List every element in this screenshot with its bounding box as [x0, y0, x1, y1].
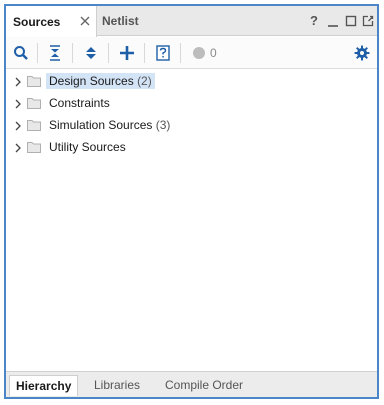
folder-icon	[27, 75, 41, 87]
tab-sources[interactable]: Sources	[6, 6, 97, 37]
folder-icon	[27, 141, 41, 153]
tree-item-label: Utility Sources	[49, 140, 126, 154]
tree-item-simulation-sources[interactable]: Simulation Sources (3)	[6, 114, 377, 136]
collapse-all-icon[interactable]	[46, 44, 64, 62]
properties-icon[interactable]	[154, 44, 172, 62]
toolbar-separator	[72, 43, 73, 63]
tab-libraries-label: Libraries	[94, 377, 141, 392]
search-icon[interactable]	[12, 44, 30, 62]
tab-compile-order-label: Compile Order	[165, 377, 244, 392]
toolbar-separator	[180, 43, 181, 63]
bottom-tab-bar: Hierarchy Libraries Compile Order	[6, 371, 377, 397]
tree-item-label: Design Sources (2)	[46, 73, 155, 89]
gear-icon[interactable]	[353, 44, 371, 62]
toolbar-separator	[37, 43, 38, 63]
sources-window: Sources Netlist ? 0 Design Sources (2) C…	[4, 4, 379, 399]
tab-netlist-label: Netlist	[102, 14, 139, 28]
tree-item-label: Simulation Sources (3)	[49, 118, 171, 132]
tab-netlist[interactable]: Netlist	[97, 6, 157, 36]
tree-item-constraints[interactable]: Constraints	[6, 92, 377, 114]
tab-bar: Sources Netlist ?	[6, 6, 377, 37]
toolbar-separator	[108, 43, 109, 63]
chevron-right-icon[interactable]	[13, 98, 23, 109]
status-count: 0	[210, 46, 217, 60]
maximize-icon[interactable]	[345, 14, 357, 28]
tab-compile-order[interactable]: Compile Order	[159, 372, 249, 397]
float-icon[interactable]	[362, 14, 374, 28]
tree-item-design-sources[interactable]: Design Sources (2)	[6, 70, 377, 92]
tree-item-utility-sources[interactable]: Utility Sources	[6, 136, 377, 158]
tree-item-label: Constraints	[49, 96, 110, 110]
tab-libraries[interactable]: Libraries	[88, 372, 146, 397]
status-dot-icon	[190, 44, 208, 62]
add-icon[interactable]	[118, 44, 136, 62]
chevron-right-icon[interactable]	[13, 76, 23, 87]
chevron-right-icon[interactable]	[13, 142, 23, 153]
chevron-right-icon[interactable]	[13, 120, 23, 131]
folder-icon	[27, 97, 41, 109]
expand-all-icon[interactable]	[82, 44, 100, 62]
folder-icon	[27, 119, 41, 131]
toolbar-separator	[144, 43, 145, 63]
help-icon[interactable]: ?	[310, 13, 322, 28]
close-icon[interactable]	[80, 15, 90, 26]
tab-hierarchy-label: Hierarchy	[16, 379, 72, 393]
minimize-icon[interactable]	[327, 14, 339, 28]
tab-hierarchy[interactable]: Hierarchy	[9, 375, 79, 396]
tab-sources-label: Sources	[13, 14, 61, 29]
sources-tree: Design Sources (2) Constraints Simulatio…	[6, 70, 377, 158]
toolbar: 0	[6, 37, 377, 69]
